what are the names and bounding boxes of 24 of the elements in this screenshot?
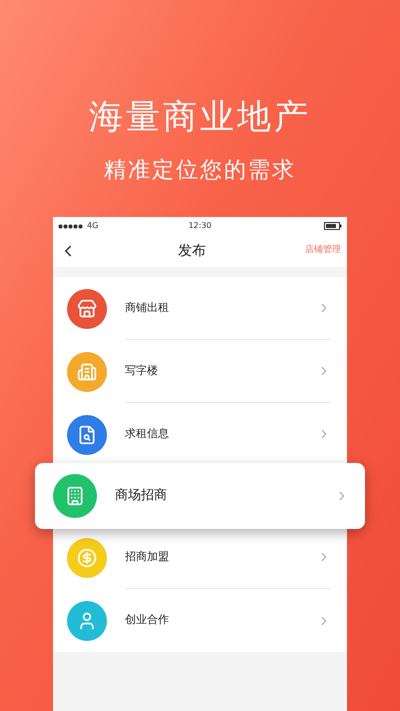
item-label: 求租信息 xyxy=(125,426,170,442)
clock: 12:30 xyxy=(188,220,212,232)
item-label: 商铺出租 xyxy=(125,300,170,316)
list-item[interactable]: 写字楼 xyxy=(53,340,347,403)
list-item[interactable]: 商铺出租 xyxy=(53,277,347,340)
network-label: 4G xyxy=(87,220,98,232)
subheadline: 精准定位您的需求 xyxy=(104,160,296,182)
list-item[interactable]: 创业合作 xyxy=(53,589,347,652)
building-icon xyxy=(77,362,97,382)
battery-icon xyxy=(324,222,342,230)
list-item[interactable]: 招商加盟 xyxy=(53,526,347,589)
nav-title: 发布 xyxy=(177,242,207,260)
list-item[interactable]: 求租信息 xyxy=(53,403,347,466)
item-label: 创业合作 xyxy=(125,612,170,628)
item-label: 招商加盟 xyxy=(125,548,170,565)
store-icon xyxy=(77,298,97,318)
highlighted-list-item[interactable]: 商场招商 xyxy=(35,463,365,529)
headline: 海量商业地产 xyxy=(89,100,311,134)
signal-icon xyxy=(58,224,84,228)
building-icon xyxy=(65,486,85,506)
item-label: 写字楼 xyxy=(125,362,159,379)
item-label: 商场招商 xyxy=(115,487,168,506)
document-search-icon xyxy=(77,424,97,444)
money-bag-icon xyxy=(77,548,97,568)
